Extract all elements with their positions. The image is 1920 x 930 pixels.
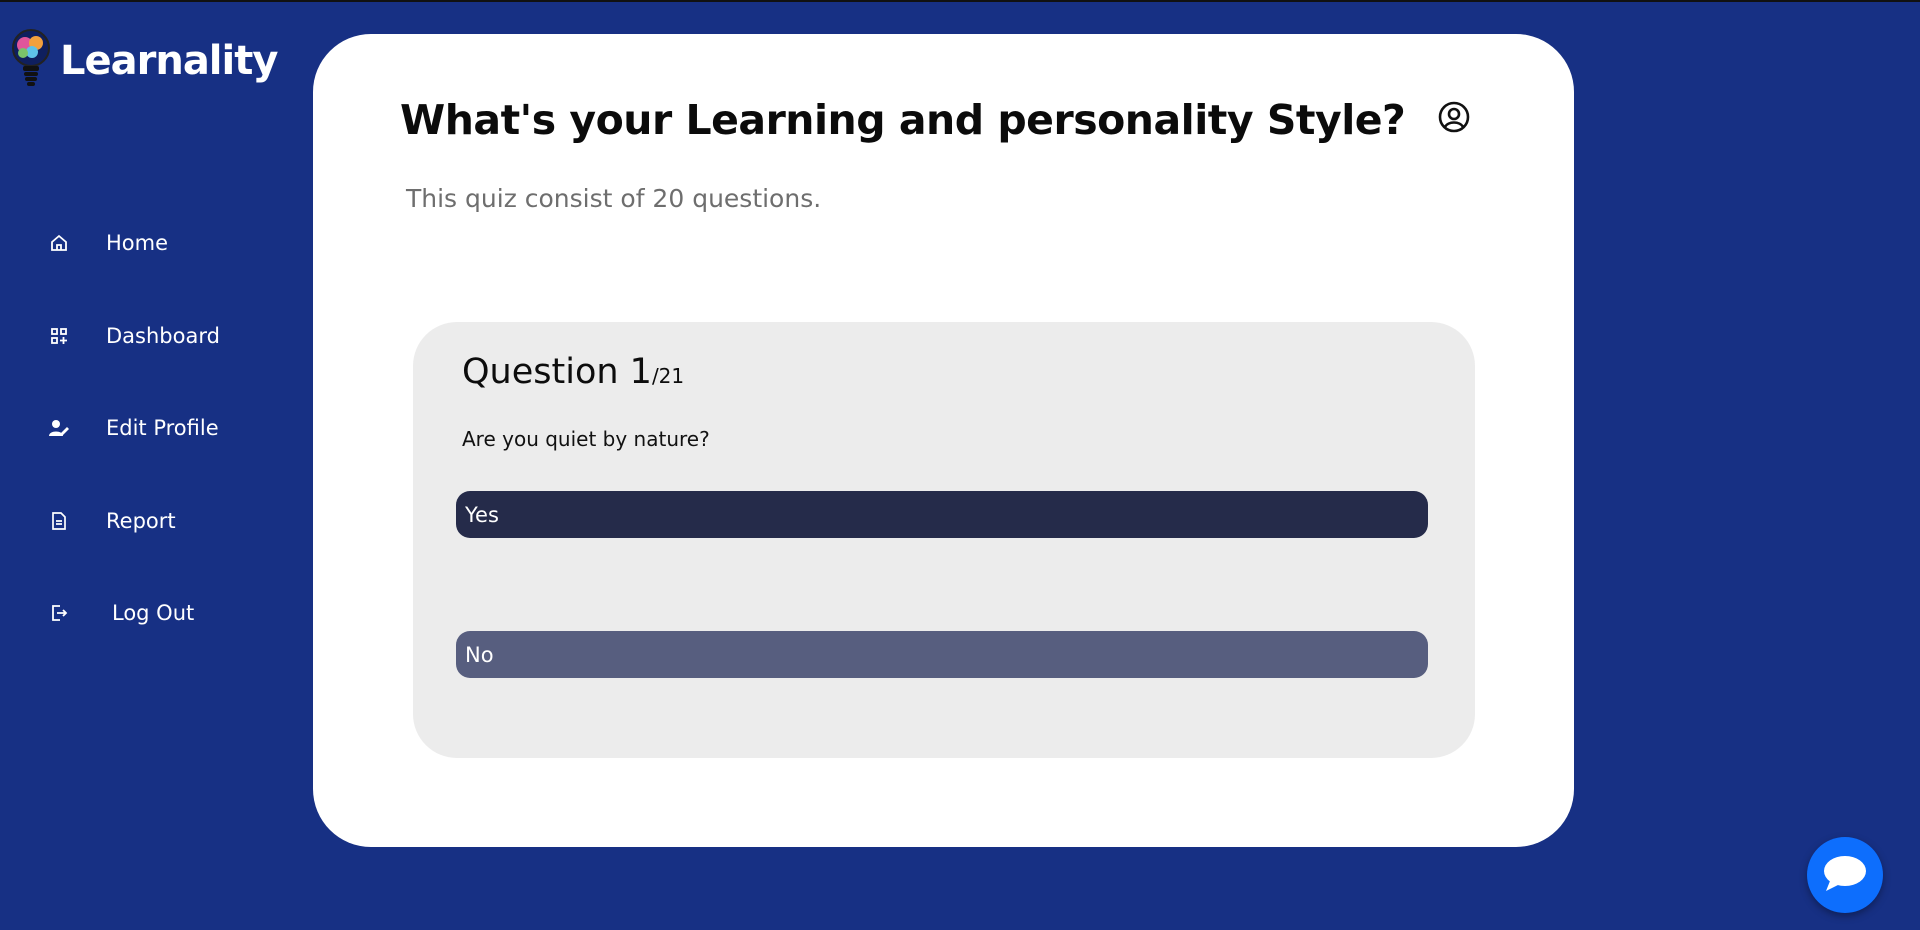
- sidebar-item-label: Home: [106, 231, 169, 255]
- document-icon: [48, 510, 70, 532]
- sidebar-item-edit-profile[interactable]: Edit Profile: [48, 410, 268, 446]
- question-number: Question 1/21: [462, 352, 684, 392]
- quiz-card: What's your Learning and personality Sty…: [313, 34, 1574, 847]
- sidebar-item-report[interactable]: Report: [48, 503, 268, 539]
- question-text: Are you quiet by nature?: [462, 427, 710, 451]
- sidebar-item-label: Report: [106, 509, 176, 533]
- sidebar-item-log-out[interactable]: Log Out: [48, 595, 268, 631]
- chat-button[interactable]: [1807, 837, 1883, 913]
- user-circle-icon: [1437, 101, 1471, 138]
- top-border: [0, 0, 1920, 2]
- sidebar-item-label: Edit Profile: [106, 416, 219, 440]
- quiz-subtitle: This quiz consist of 20 questions.: [406, 184, 822, 213]
- home-icon: [48, 232, 70, 254]
- chat-bubble-icon: [1822, 853, 1868, 897]
- question-box: Question 1/21 Are you quiet by nature? Y…: [413, 322, 1475, 758]
- question-label: Question 1: [462, 352, 652, 392]
- user-edit-icon: [48, 417, 70, 439]
- grid-plus-icon: [48, 325, 70, 347]
- answer-option-yes[interactable]: Yes: [456, 491, 1428, 538]
- brand[interactable]: Learnality: [10, 28, 278, 94]
- answer-option-no[interactable]: No: [456, 631, 1428, 678]
- sidebar-item-label: Log Out: [112, 601, 195, 625]
- page-title: What's your Learning and personality Sty…: [400, 96, 1406, 144]
- brand-name: Learnality: [60, 38, 278, 84]
- sidebar-item-dashboard[interactable]: Dashboard: [48, 318, 268, 354]
- sidebar-item-home[interactable]: Home: [48, 225, 268, 261]
- sidebar-item-label: Dashboard: [106, 324, 220, 348]
- question-total: /21: [651, 364, 685, 388]
- profile-button[interactable]: [1437, 100, 1471, 134]
- lightbulb-brain-icon: [10, 28, 52, 94]
- logout-icon: [48, 602, 70, 624]
